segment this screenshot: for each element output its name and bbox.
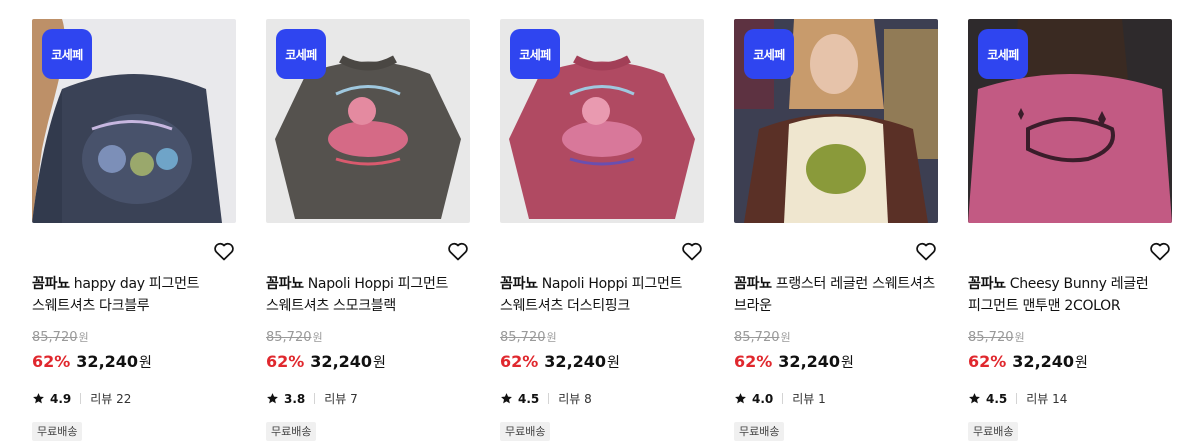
promo-badge: 코세페 — [510, 29, 560, 79]
product-image[interactable]: 코세페 — [968, 19, 1172, 223]
original-price: 85,720원 — [500, 329, 557, 345]
sale-price: 62% 32,240 원 — [500, 352, 620, 372]
rating-score: 4.9 — [50, 391, 72, 406]
review-count[interactable]: 리뷰 7 — [324, 390, 358, 407]
product-image[interactable]: 코세페 — [734, 19, 938, 223]
star-icon — [267, 393, 278, 404]
rating-row: 4.5 리뷰 14 — [968, 390, 1067, 407]
original-price: 85,720원 — [32, 329, 89, 345]
currency-unit: 원 — [312, 331, 323, 344]
free-shipping-tag: 무료배송 — [500, 422, 551, 441]
product-title[interactable]: 꼼파뇨 Napoli Hoppi 피그먼트 스웨트셔츠 더스티핑크 — [500, 273, 704, 317]
original-price: 85,720원 — [734, 329, 791, 345]
divider — [80, 393, 82, 404]
rating-row: 4.9 리뷰 22 — [32, 390, 131, 407]
original-price-value: 85,720 — [968, 330, 1014, 345]
free-shipping-tag: 무료배송 — [734, 422, 785, 441]
promo-badge: 코세페 — [744, 29, 794, 79]
review-count[interactable]: 리뷰 14 — [1026, 390, 1067, 407]
product-title[interactable]: 꼼파뇨 Cheesy Bunny 레글런 피그먼트 맨투맨 2COLOR — [968, 273, 1172, 317]
discount-rate: 62% — [734, 352, 773, 371]
product-card[interactable]: 코세페 꼼파뇨 Napoli Hoppi 피그먼트 스웨트셔츠 더스티핑크 85,… — [500, 19, 704, 441]
free-shipping-tag: 무료배송 — [266, 422, 317, 441]
promo-badge: 코세페 — [276, 29, 326, 79]
sale-price-value: 32,240 — [778, 352, 841, 371]
rating-score: 3.8 — [284, 391, 306, 406]
product-card[interactable]: 코세페 꼼파뇨 Cheesy Bunny 레글런 피그먼트 맨투맨 2COLOR … — [968, 19, 1172, 441]
review-count[interactable]: 리뷰 1 — [792, 390, 826, 407]
rating-score: 4.5 — [986, 391, 1008, 406]
sale-price-value: 32,240 — [310, 352, 373, 371]
review-count[interactable]: 리뷰 8 — [558, 390, 592, 407]
star-icon — [33, 393, 44, 404]
sale-price-value: 32,240 — [76, 352, 139, 371]
product-card[interactable]: 코세페 꼼파뇨 프랭스터 레글런 스웨트셔츠 브라운 85,720원 62% 32… — [734, 19, 938, 441]
original-price: 85,720원 — [266, 329, 323, 345]
heart-icon[interactable] — [914, 239, 938, 263]
sale-price: 62% 32,240 원 — [266, 352, 386, 372]
discount-rate: 62% — [266, 352, 305, 371]
currency-unit: 원 — [139, 355, 152, 371]
heart-icon[interactable] — [1148, 239, 1172, 263]
brand-name: 꼼파뇨 — [500, 276, 538, 292]
rating-row: 4.5 리뷰 8 — [500, 390, 592, 407]
brand-name: 꼼파뇨 — [32, 276, 70, 292]
brand-name: 꼼파뇨 — [968, 276, 1006, 292]
brand-name: 꼼파뇨 — [734, 276, 772, 292]
currency-unit: 원 — [1075, 355, 1088, 371]
product-title[interactable]: 꼼파뇨 Napoli Hoppi 피그먼트 스웨트셔츠 스모크블랙 — [266, 273, 470, 317]
star-icon — [969, 393, 980, 404]
rating-score: 4.0 — [752, 391, 774, 406]
divider — [548, 393, 550, 404]
original-price-value: 85,720 — [266, 330, 312, 345]
currency-unit: 원 — [78, 331, 89, 344]
sale-price-value: 32,240 — [544, 352, 607, 371]
product-image[interactable]: 코세페 — [266, 19, 470, 223]
promo-badge: 코세페 — [42, 29, 92, 79]
heart-icon[interactable] — [446, 239, 470, 263]
star-icon — [501, 393, 512, 404]
currency-unit: 원 — [841, 355, 854, 371]
product-title[interactable]: 꼼파뇨 프랭스터 레글런 스웨트셔츠 브라운 — [734, 273, 938, 317]
star-icon — [735, 393, 746, 404]
rating-row: 3.8 리뷰 7 — [266, 390, 358, 407]
promo-badge: 코세페 — [978, 29, 1028, 79]
currency-unit: 원 — [1014, 331, 1025, 344]
discount-rate: 62% — [500, 352, 539, 371]
heart-icon[interactable] — [212, 239, 236, 263]
discount-rate: 62% — [968, 352, 1007, 371]
divider — [1016, 393, 1018, 404]
divider — [782, 393, 784, 404]
sale-price-value: 32,240 — [1012, 352, 1075, 371]
sale-price: 62% 32,240 원 — [32, 352, 152, 372]
product-image[interactable]: 코세페 — [500, 19, 704, 223]
divider — [314, 393, 316, 404]
rating-score: 4.5 — [518, 391, 540, 406]
product-card[interactable]: 코세페 꼼파뇨 happy day 피그먼트 스웨트셔츠 다크블루 85,720원… — [32, 19, 236, 441]
heart-icon[interactable] — [680, 239, 704, 263]
sale-price: 62% 32,240 원 — [734, 352, 854, 372]
currency-unit: 원 — [373, 355, 386, 371]
original-price-value: 85,720 — [32, 330, 78, 345]
product-grid: 코세페 꼼파뇨 happy day 피그먼트 스웨트셔츠 다크블루 85,720원… — [32, 19, 1172, 441]
product-card[interactable]: 코세페 꼼파뇨 Napoli Hoppi 피그먼트 스웨트셔츠 스모크블랙 85,… — [266, 19, 470, 441]
currency-unit: 원 — [546, 331, 557, 344]
currency-unit: 원 — [780, 331, 791, 344]
original-price-value: 85,720 — [500, 330, 546, 345]
original-price-value: 85,720 — [734, 330, 780, 345]
free-shipping-tag: 무료배송 — [32, 422, 83, 441]
free-shipping-tag: 무료배송 — [968, 422, 1019, 441]
sale-price: 62% 32,240 원 — [968, 352, 1088, 372]
original-price: 85,720원 — [968, 329, 1025, 345]
rating-row: 4.0 리뷰 1 — [734, 390, 826, 407]
product-title[interactable]: 꼼파뇨 happy day 피그먼트 스웨트셔츠 다크블루 — [32, 273, 236, 317]
review-count[interactable]: 리뷰 22 — [90, 390, 131, 407]
discount-rate: 62% — [32, 352, 71, 371]
product-image[interactable]: 코세페 — [32, 19, 236, 223]
brand-name: 꼼파뇨 — [266, 276, 304, 292]
currency-unit: 원 — [607, 355, 620, 371]
